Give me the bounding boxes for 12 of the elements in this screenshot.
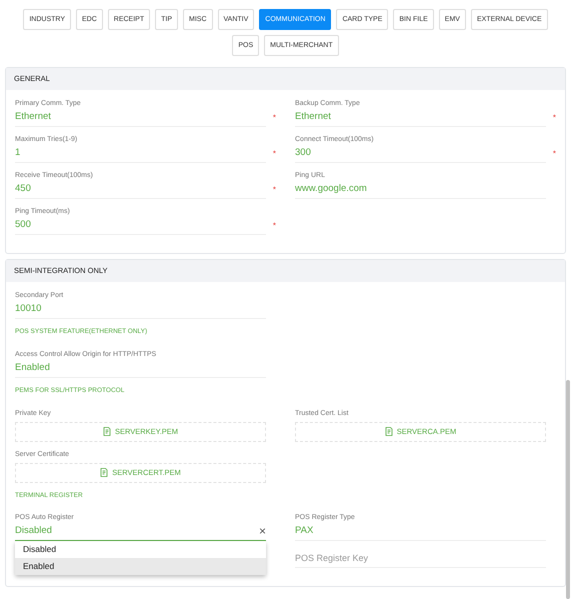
scrollbar[interactable]: [566, 380, 570, 599]
document-icon: [100, 468, 108, 477]
dropdown-option[interactable]: Enabled: [15, 558, 266, 576]
document-icon: [384, 427, 393, 436]
document-icon: [102, 427, 111, 436]
required-mark: *: [272, 148, 276, 160]
dropdown-option[interactable]: Disabled: [15, 541, 266, 558]
required-mark: *: [272, 220, 276, 232]
required-mark: *: [552, 148, 556, 160]
required-mark: *: [272, 112, 276, 124]
required-mark: *: [552, 112, 556, 124]
required-mark: *: [272, 184, 276, 196]
